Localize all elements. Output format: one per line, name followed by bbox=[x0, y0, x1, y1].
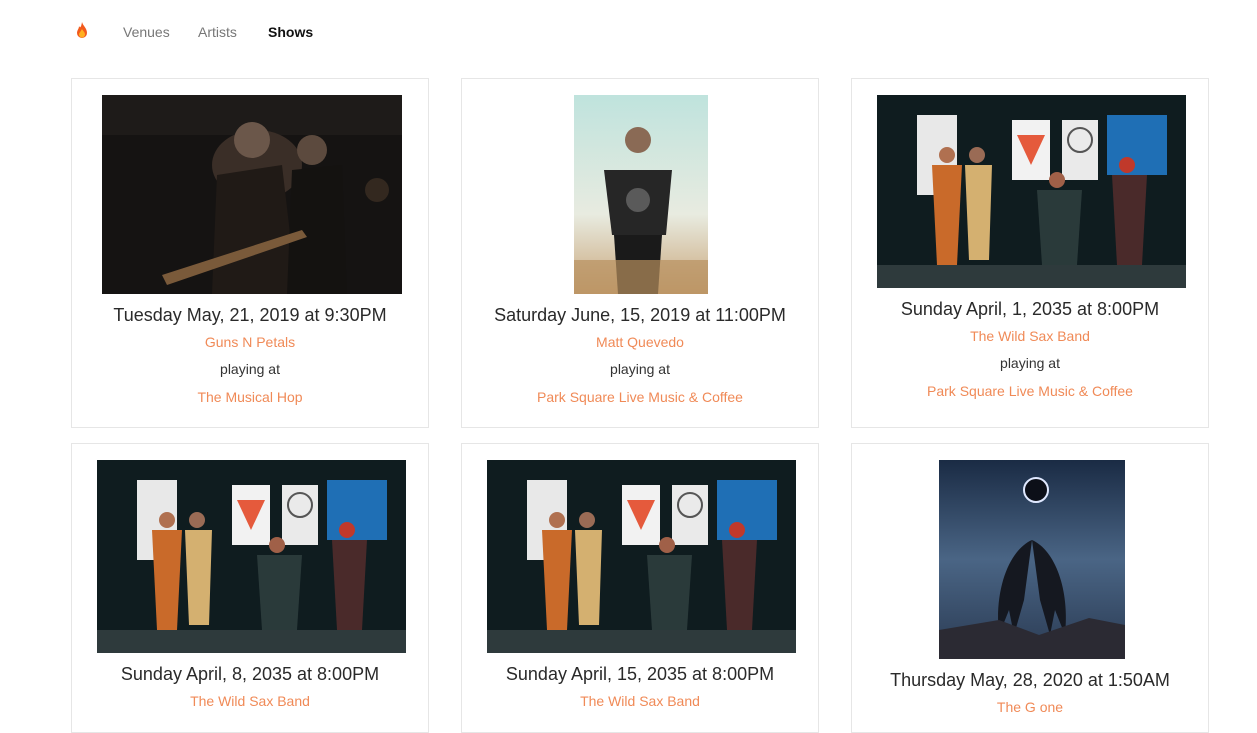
nav-shows[interactable]: Shows bbox=[268, 24, 313, 40]
show-card[interactable]: Saturday June, 15, 2019 at 11:00PM Matt … bbox=[461, 78, 819, 428]
artist-link[interactable]: The Wild Sax Band bbox=[852, 328, 1208, 344]
artist-link[interactable]: Guns N Petals bbox=[72, 334, 428, 350]
top-nav: Venues Artists Shows bbox=[0, 0, 1257, 66]
show-image[interactable] bbox=[97, 460, 406, 653]
show-date: Saturday June, 15, 2019 at 11:00PM bbox=[494, 305, 786, 325]
venue-link[interactable]: Park Square Live Music & Coffee bbox=[462, 389, 818, 405]
show-card[interactable]: Sunday April, 8, 2035 at 8:00PM The Wild… bbox=[71, 443, 429, 733]
nav-artists[interactable]: Artists bbox=[198, 24, 237, 40]
show-image[interactable] bbox=[102, 95, 402, 294]
venue-link[interactable]: The Musical Hop bbox=[72, 389, 428, 405]
fire-icon[interactable] bbox=[70, 20, 94, 44]
show-date: Sunday April, 8, 2035 at 8:00PM bbox=[120, 664, 380, 684]
playing-at-label: playing at bbox=[220, 361, 280, 377]
playing-at-label: playing at bbox=[1000, 355, 1060, 371]
artist-link[interactable]: The G one bbox=[852, 699, 1208, 715]
show-card[interactable]: Sunday April, 15, 2035 at 8:00PM The Wil… bbox=[461, 443, 819, 733]
show-date: Thursday May, 28, 2020 at 1:50AM bbox=[890, 670, 1170, 690]
show-card[interactable]: Sunday April, 1, 2035 at 8:00PM The Wild… bbox=[851, 78, 1209, 428]
show-date: Sunday April, 1, 2035 at 8:00PM bbox=[900, 299, 1160, 319]
show-image[interactable] bbox=[939, 460, 1125, 659]
venue-link[interactable]: Park Square Live Music & Coffee bbox=[852, 383, 1208, 399]
playing-at-label: playing at bbox=[610, 361, 670, 377]
show-date: Tuesday May, 21, 2019 at 9:30PM bbox=[113, 305, 387, 325]
show-image[interactable] bbox=[487, 460, 796, 653]
show-image[interactable] bbox=[574, 95, 708, 294]
show-image[interactable] bbox=[877, 95, 1186, 288]
artist-link[interactable]: The Wild Sax Band bbox=[462, 693, 818, 709]
artist-link[interactable]: Matt Quevedo bbox=[462, 334, 818, 350]
show-card[interactable]: Tuesday May, 21, 2019 at 9:30PM Guns N P… bbox=[71, 78, 429, 428]
show-date: Sunday April, 15, 2035 at 8:00PM bbox=[505, 664, 775, 684]
show-card[interactable]: Thursday May, 28, 2020 at 1:50AM The G o… bbox=[851, 443, 1209, 733]
artist-link[interactable]: The Wild Sax Band bbox=[72, 693, 428, 709]
nav-venues[interactable]: Venues bbox=[123, 24, 170, 40]
